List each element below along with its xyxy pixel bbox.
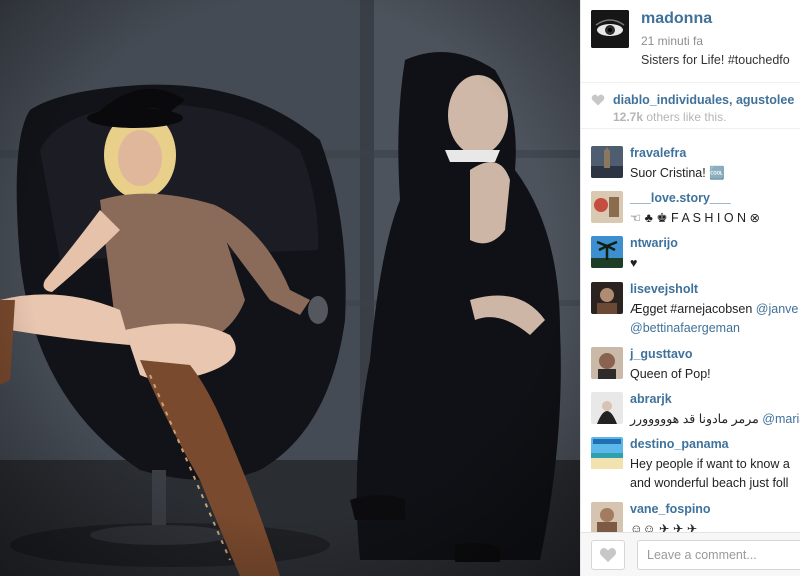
avatar[interactable]	[591, 282, 623, 314]
comment-username[interactable]: j_gusttavo	[630, 347, 693, 361]
post-header: madonna 21 minuti fa Sisters for Life! #…	[581, 0, 800, 83]
comment-text: Hey people if want to know a and wonderf…	[630, 455, 790, 493]
avatar-image	[591, 502, 623, 534]
avatar-image	[591, 347, 623, 379]
avatar[interactable]	[591, 437, 623, 469]
comment-text: Queen of Pop!	[630, 367, 711, 381]
comment-username[interactable]: ntwarijo	[630, 236, 678, 250]
comment-username[interactable]: fravalefra	[630, 146, 686, 160]
comment-text-line2: and wonderful beach just foll	[630, 476, 789, 490]
avatar-image	[591, 146, 623, 178]
like-count-number: 12.7k	[613, 110, 644, 124]
comment-text: مرمر مادونا قد هووووورر @mariam	[630, 410, 800, 429]
comment-input[interactable]	[637, 540, 800, 570]
avatar[interactable]	[591, 347, 623, 379]
comment-username[interactable]: vane_fospino	[630, 502, 711, 516]
post-side-panel: madonna 21 minuti fa Sisters for Life! #…	[580, 0, 800, 576]
comment-text-line1: Hey people if want to know a	[630, 457, 790, 471]
avatar-image	[591, 191, 623, 223]
post-timestamp: 21 minuti fa	[641, 34, 704, 48]
avatar-image	[591, 437, 623, 469]
heart-icon	[599, 548, 617, 563]
avatar[interactable]	[591, 236, 623, 268]
comment-username[interactable]: destino_panama	[630, 437, 729, 451]
post-caption: Sisters for Life! #touchedfo	[641, 53, 790, 67]
comment-text-prefix: مرمر مادونا قد هووووورر	[630, 412, 763, 426]
comment-text: ☜ ♣ ♚ F A S H I O N ⊗	[630, 211, 760, 225]
comment-text: Ægget #arnejacobsen @janve @bettinafaerg…	[630, 300, 798, 338]
like-button[interactable]	[591, 540, 625, 570]
post-username[interactable]: madonna	[641, 10, 712, 28]
liker-link[interactable]: diablo_individuales	[613, 93, 729, 107]
avatar-image	[591, 10, 629, 48]
avatar[interactable]	[591, 146, 623, 178]
comment-text: ♥	[630, 256, 638, 270]
avatar-image	[591, 236, 623, 268]
liker-separator: ,	[729, 93, 736, 107]
avatar-image	[591, 282, 623, 314]
heart-icon	[591, 94, 605, 106]
likes-section: diablo_individuales, agustolee 12.7k oth…	[581, 83, 800, 129]
mention-link[interactable]: @janve	[756, 302, 799, 316]
comment-footer	[581, 532, 800, 576]
like-count: 12.7k others like this.	[613, 110, 726, 124]
like-count-suffix: others like this.	[643, 110, 727, 124]
comment-text: Suor Cristina! 🆒	[630, 166, 725, 180]
avatar[interactable]	[591, 502, 623, 534]
post-photo[interactable]	[0, 0, 580, 576]
likers-list: diablo_individuales, agustolee	[613, 93, 794, 107]
photo-illustration	[0, 0, 580, 576]
avatar-image	[591, 392, 623, 424]
mention-link[interactable]: @bettinafaergeman	[630, 321, 740, 335]
avatar[interactable]	[591, 191, 623, 223]
liker-link[interactable]: agustolee	[736, 93, 794, 107]
comment-username[interactable]: lisevejsholt	[630, 282, 698, 296]
comment-username[interactable]: abrarjk	[630, 392, 672, 406]
mention-link[interactable]: @mariam	[762, 412, 800, 426]
comment-text-prefix: Ægget #arnejacobsen	[630, 302, 756, 316]
comment-username[interactable]: ___love.story___	[630, 191, 731, 205]
avatar[interactable]	[591, 10, 629, 48]
avatar[interactable]	[591, 392, 623, 424]
